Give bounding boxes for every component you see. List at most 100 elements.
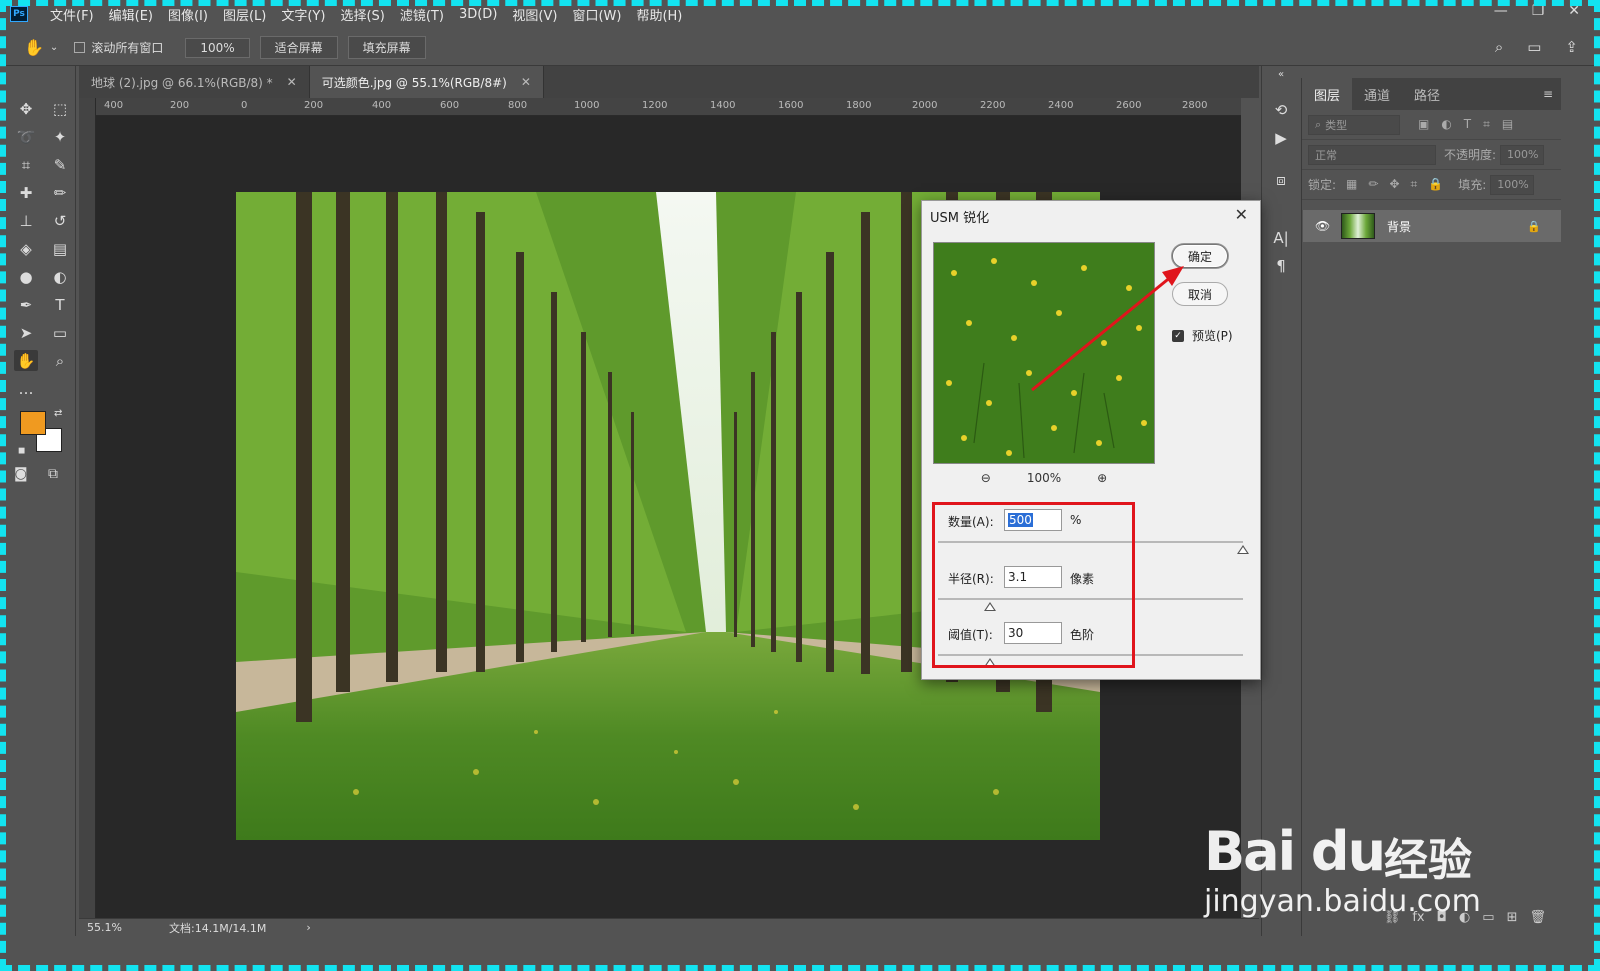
layers-panel-tabs: 图层 通道 路径 ≡ <box>1302 78 1561 110</box>
tab-selective-color[interactable]: 可选颜色.jpg @ 55.1%(RGB/8#) ✕ <box>309 66 544 98</box>
collapse-icon[interactable]: « <box>1262 66 1300 82</box>
foreground-color-swatch[interactable] <box>20 411 46 435</box>
baidu-watermark: Bai du 经验 jingyan.baidu.com <box>1200 780 1500 930</box>
close-icon[interactable]: ✕ <box>287 75 297 89</box>
swap-colors-icon[interactable]: ⇄ <box>54 408 62 419</box>
eye-icon[interactable]: 👁 <box>1315 219 1330 233</box>
rectangle-tool-icon[interactable]: ▭ <box>48 322 72 343</box>
menu-window[interactable]: 窗口(W) <box>572 5 621 24</box>
search-icon[interactable]: ⌕ <box>1495 38 1503 56</box>
tab-layers[interactable]: 图层 <box>1302 78 1353 110</box>
status-arrow-icon[interactable]: › <box>306 921 310 934</box>
path-select-tool-icon[interactable]: ➤ <box>14 322 38 343</box>
crop-tool-icon[interactable]: ⌗ <box>14 154 38 175</box>
menu-type[interactable]: 文字(Y) <box>281 5 325 24</box>
amount-slider-thumb[interactable] <box>1237 545 1249 554</box>
tab-paths[interactable]: 路径 <box>1402 78 1452 110</box>
dialog-preview[interactable] <box>933 242 1155 464</box>
lock-label: 锁定: <box>1308 178 1337 192</box>
marquee-tool-icon[interactable]: ⬚ <box>48 98 72 119</box>
menu-select[interactable]: 选择(S) <box>340 5 384 24</box>
move-tool-icon[interactable]: ✥ <box>14 98 38 119</box>
zoom-100-button[interactable]: 100% <box>185 37 250 58</box>
dodge-tool-icon[interactable]: ◐ <box>48 266 72 287</box>
menu-filter[interactable]: 滤镜(T) <box>400 5 444 24</box>
character-icon[interactable]: A| <box>1262 224 1300 252</box>
status-zoom[interactable]: 55.1% <box>79 921 169 934</box>
close-icon[interactable]: ✕ <box>521 75 531 89</box>
chevron-down-icon[interactable]: ⌄ <box>50 42 58 53</box>
zoom-in-icon[interactable]: ⊕ <box>1097 471 1107 485</box>
preview-checkbox[interactable]: ✓ 预览(P) <box>1172 327 1233 344</box>
history-brush-tool-icon[interactable]: ↺ <box>48 210 72 231</box>
ruler-tick: 2000 <box>912 100 938 111</box>
minimize-icon[interactable]: — <box>1494 3 1508 19</box>
screen-mode-icon[interactable]: ⧉ <box>48 466 58 482</box>
opacity-value: 100% <box>1507 148 1539 161</box>
ok-button[interactable]: 确定 <box>1172 244 1228 268</box>
pen-tool-icon[interactable]: ✒ <box>14 294 38 315</box>
actions-play-icon[interactable]: ▶ <box>1262 124 1300 152</box>
close-icon[interactable]: ✕ <box>1235 205 1248 224</box>
status-bar: 55.1% 文档:14.1M/14.1M › <box>79 918 1259 936</box>
workspace-icon[interactable]: ▭ <box>1527 38 1541 56</box>
scroll-all-checkbox[interactable] <box>74 42 86 53</box>
quick-mask-icon[interactable]: ◙ <box>14 466 28 482</box>
type-tool-icon[interactable]: T <box>48 294 72 315</box>
blur-tool-icon[interactable]: ● <box>14 266 38 287</box>
menu-file[interactable]: 文件(F) <box>50 5 94 24</box>
close-icon[interactable]: ✕ <box>1568 3 1580 19</box>
menu-edit[interactable]: 编辑(E) <box>109 5 153 24</box>
menu-image[interactable]: 图像(I) <box>168 5 208 24</box>
layer-row-background[interactable]: 👁 背景 🔒 <box>1303 210 1561 242</box>
fit-screen-button[interactable]: 适合屏幕 <box>259 36 338 59</box>
ruler-tick: 1800 <box>846 100 872 111</box>
tab-channels[interactable]: 通道 <box>1352 78 1402 110</box>
panel-menu-icon[interactable]: ≡ <box>1543 78 1553 110</box>
tab-earth[interactable]: 地球 (2).jpg @ 66.1%(RGB/8) * ✕ <box>79 66 310 98</box>
preview-zoom-row: ⊖ 100% ⊕ <box>933 471 1155 485</box>
paragraph-icon[interactable]: ¶ <box>1262 252 1300 280</box>
eyedropper-tool-icon[interactable]: ✎ <box>48 154 72 175</box>
blend-mode-select[interactable]: 正常 <box>1308 144 1436 165</box>
ruler-tick: 800 <box>508 100 528 111</box>
blend-mode-value: 正常 <box>1315 148 1337 162</box>
gradient-tool-icon[interactable]: ▤ <box>48 238 72 259</box>
ruler-tick: 200 <box>304 100 324 111</box>
new-layer-icon[interactable]: ⊞ <box>1507 910 1518 932</box>
brush-tool-icon[interactable]: ✏ <box>48 182 72 203</box>
magic-wand-tool-icon[interactable]: ✦ <box>48 126 72 147</box>
opacity-label: 不透明度: <box>1444 148 1497 162</box>
ruler-tick: 0 <box>241 100 248 111</box>
eraser-tool-icon[interactable]: ◈ <box>14 238 38 259</box>
ruler-tick: 1400 <box>710 100 736 111</box>
stamp-tool-icon[interactable]: ⊥ <box>14 210 38 231</box>
zoom-out-icon[interactable]: ⊖ <box>981 471 991 485</box>
3d-icon[interactable]: ⧈ <box>1262 166 1300 194</box>
menu-layer[interactable]: 图层(L) <box>223 5 266 24</box>
fill-screen-button[interactable]: 填充屏幕 <box>347 36 426 59</box>
history-icon[interactable]: ⟲ <box>1262 96 1300 124</box>
restore-icon[interactable]: ❐ <box>1532 3 1545 19</box>
empty-slot <box>48 378 72 399</box>
healing-tool-icon[interactable]: ✚ <box>14 182 38 203</box>
cancel-button[interactable]: 取消 <box>1172 282 1228 306</box>
watermark-url: jingyan.baidu.com <box>1204 884 1481 919</box>
layer-filter-select[interactable]: ⌕ 类型 <box>1308 114 1400 135</box>
zoom-tool-icon[interactable]: ⌕ <box>48 350 72 371</box>
menu-bar: Ps 文件(F) 编辑(E) 图像(I) 图层(L) 文字(Y) 选择(S) 滤… <box>0 0 1600 28</box>
checkbox-checked-icon[interactable]: ✓ <box>1172 329 1184 342</box>
menu-help[interactable]: 帮助(H) <box>636 5 682 24</box>
menu-view[interactable]: 视图(V) <box>512 5 557 24</box>
opacity-input[interactable]: 100% <box>1500 144 1545 165</box>
menu-3d[interactable]: 3D(D) <box>459 7 497 22</box>
default-colors-icon[interactable]: ◼ <box>18 446 25 456</box>
preview-zoom-level: 100% <box>1026 471 1062 485</box>
hand-tool-icon[interactable]: ✋ <box>14 350 38 371</box>
trash-icon[interactable]: 🗑 <box>1529 910 1546 932</box>
share-icon[interactable]: ⇪ <box>1565 38 1578 56</box>
lasso-tool-icon[interactable]: ➰ <box>14 126 38 147</box>
fill-input[interactable]: 100% <box>1490 174 1535 195</box>
more-tools-icon[interactable]: … <box>14 378 38 399</box>
search-icon: ⌕ <box>1315 117 1322 131</box>
